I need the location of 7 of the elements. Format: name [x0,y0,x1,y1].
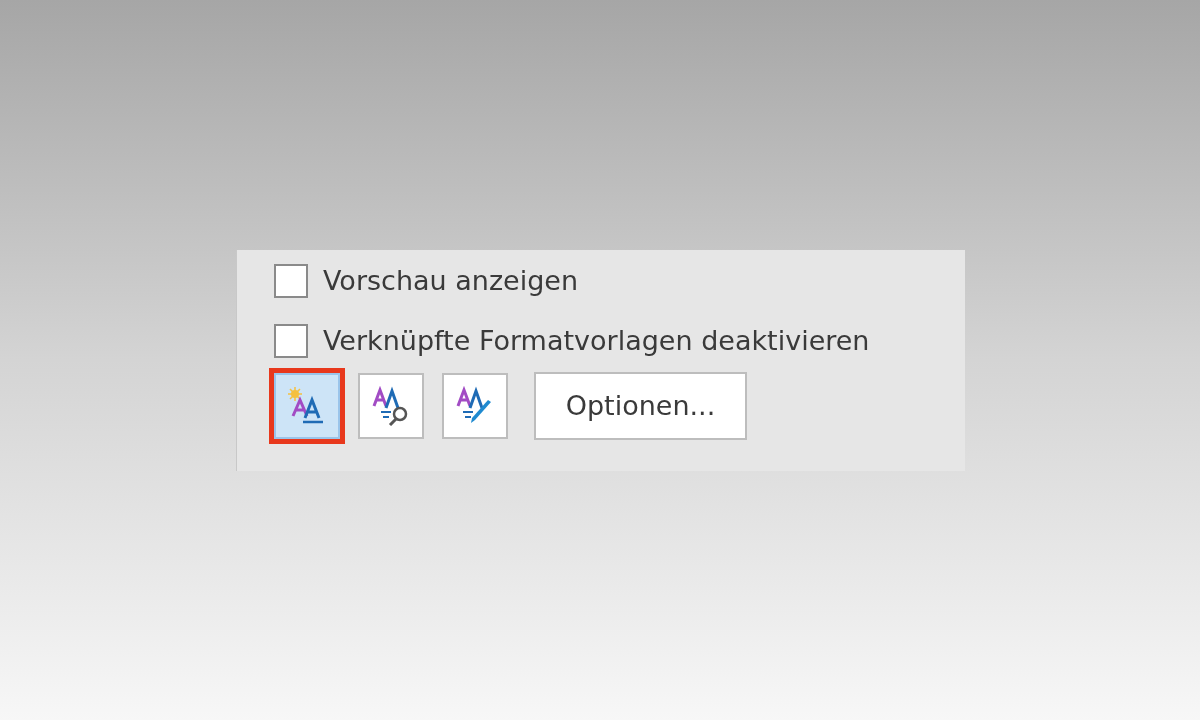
options-button[interactable]: Optionen... [534,372,747,440]
checkbox[interactable] [274,324,308,358]
checkbox[interactable] [274,264,308,298]
checkbox-label: Vorschau anzeigen [323,263,579,298]
style-button[interactable] [358,373,424,439]
style-button[interactable] [442,373,508,439]
checkbox-label: Verknüpfte Formatvorlagen deaktivieren [323,323,870,358]
